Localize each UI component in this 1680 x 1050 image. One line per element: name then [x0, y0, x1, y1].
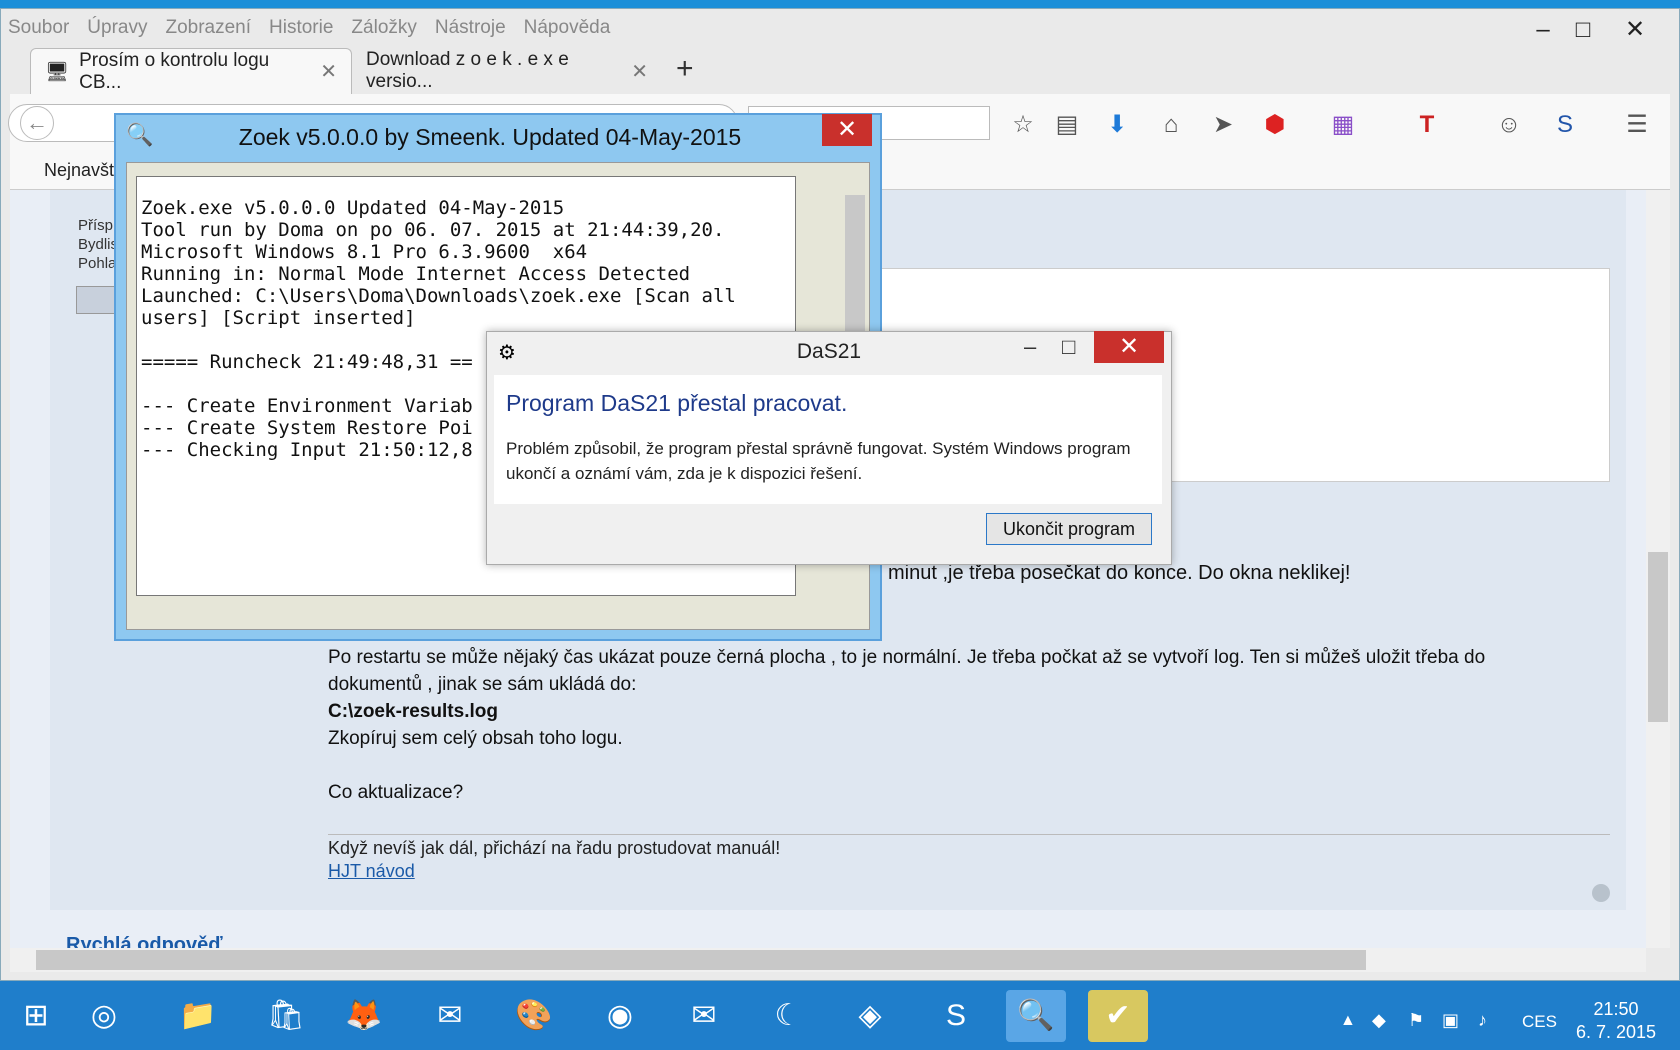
start-icon[interactable]: ⊞: [6, 990, 66, 1042]
menu-edit[interactable]: Úpravy: [87, 17, 147, 39]
bookmark-most-visited[interactable]: Nejnavšt: [44, 160, 114, 180]
author-line: Pohla: [78, 255, 117, 272]
post-line: dokumentů , jinak se sám ukládá do:: [328, 674, 637, 695]
thunderbird-icon[interactable]: ✉: [420, 990, 480, 1042]
skype-icon[interactable]: S: [926, 990, 986, 1042]
security-icon[interactable]: S: [1548, 108, 1582, 142]
menu-view[interactable]: Zobrazení: [165, 17, 251, 39]
menu-bar: Soubor Úpravy Zobrazení Historie Záložky…: [8, 8, 610, 48]
new-tab-button[interactable]: +: [676, 52, 694, 86]
das21-minimize-icon[interactable]: –: [1024, 334, 1036, 360]
das21-heading: Program DaS21 přestal pracovat.: [506, 390, 848, 416]
paint-icon[interactable]: 🎨: [504, 990, 564, 1042]
signature: Když nevíš jak dál, přichází na řadu pro…: [328, 838, 781, 858]
tab-forum[interactable]: 🖥 Prosím o kontrolu logu CB... ✕: [30, 48, 352, 94]
monitor-icon: 🖥: [45, 61, 70, 83]
author-line: Bydlis: [78, 236, 119, 253]
tab-label: Download z o e k . e x e versio...: [366, 49, 569, 92]
author-line: Přísp: [78, 217, 114, 234]
das21-maximize-icon[interactable]: □: [1062, 334, 1075, 360]
task-view-icon[interactable]: ◎: [74, 990, 134, 1042]
star-icon[interactable]: ☆: [1006, 108, 1040, 142]
language-indicator[interactable]: CES: [1522, 1012, 1557, 1032]
horizontal-scroll-thumb[interactable]: [36, 950, 1366, 970]
thunderbird2-icon[interactable]: ✉: [674, 990, 734, 1042]
menu-bookmarks[interactable]: Záložky: [351, 17, 416, 39]
post-author-info: Přísp Bydlis Pohla: [78, 216, 118, 273]
close-tab-icon[interactable]: ✕: [631, 59, 648, 84]
flag-icon[interactable]: ⚑: [1408, 1010, 1424, 1031]
network-status-icon[interactable]: ▣: [1442, 1010, 1459, 1031]
close-program-button[interactable]: Ukončit program: [986, 513, 1152, 545]
zoek-icon[interactable]: 🔍: [1006, 990, 1066, 1042]
download-icon[interactable]: ⬇: [1100, 108, 1134, 142]
menu-tools[interactable]: Nástroje: [435, 17, 506, 39]
tab-download[interactable]: Download z o e k . e x e versio... ✕: [352, 48, 662, 94]
post-line: C:\zoek-results.log: [328, 701, 498, 722]
menu-icon[interactable]: ☰: [1620, 108, 1654, 142]
scroll-top-icon[interactable]: [1592, 884, 1610, 902]
adblock-icon[interactable]: ⬢: [1258, 108, 1292, 142]
close-icon[interactable]: ✕: [1610, 10, 1660, 50]
send-icon[interactable]: ➤: [1206, 108, 1240, 142]
back-icon[interactable]: ←: [20, 106, 54, 140]
text-icon[interactable]: T: [1410, 108, 1444, 142]
das21-message: Problém způsobil, že program přestal spr…: [506, 439, 1131, 483]
post-line: Co aktualizace?: [328, 782, 464, 803]
zoek-close-icon[interactable]: ✕: [822, 114, 872, 146]
volume-icon[interactable]: ♪: [1478, 1010, 1487, 1031]
tab-label: Prosím o kontrolu logu CB...: [79, 49, 270, 93]
maximize-icon[interactable]: □: [1558, 10, 1608, 50]
user-icon[interactable]: [76, 286, 116, 314]
menu-file[interactable]: Soubor: [8, 17, 69, 39]
post-line: Zkopíruj sem celý obsah toho logu.: [328, 728, 623, 749]
hjt-link[interactable]: HJT návod: [328, 861, 415, 882]
clock-date: 6. 7. 2015: [1576, 1022, 1657, 1042]
zoek-title: Zoek v5.0.0.0 by Smeenk. Updated 04-May-…: [238, 124, 742, 150]
store-icon[interactable]: 🛍: [256, 990, 316, 1042]
close-tab-icon[interactable]: ✕: [320, 59, 337, 84]
tray-icon[interactable]: ◆: [1372, 1010, 1386, 1031]
system-clock[interactable]: 21:50 6. 7. 2015: [1576, 998, 1656, 1044]
post-line: Po restartu se může nějaký čas ukázat po…: [328, 647, 1486, 668]
vertical-scroll-thumb[interactable]: [1648, 552, 1668, 722]
das21-icon[interactable]: ✔: [1088, 990, 1148, 1042]
signature-divider: [328, 834, 1610, 835]
home-icon[interactable]: ⌂: [1154, 108, 1188, 142]
ccleaner-icon[interactable]: ☾: [758, 990, 818, 1042]
das21-close-icon[interactable]: ✕: [1094, 331, 1164, 363]
post-snippet: minut ,je třeba posečkat do konce. Do ok…: [888, 562, 1351, 584]
tray-chevron-icon[interactable]: ▲: [1340, 1012, 1356, 1030]
firefox-icon[interactable]: 🦊: [334, 990, 394, 1042]
clock-time: 21:50: [1593, 999, 1639, 1019]
zoek-scroll-thumb[interactable]: [845, 195, 865, 335]
chat-icon[interactable]: ☺: [1492, 108, 1526, 142]
post-body: Po restartu se může nějaký čas ukázat po…: [328, 644, 1598, 806]
apps-icon[interactable]: ▦: [1326, 108, 1360, 142]
menu-history[interactable]: Historie: [269, 17, 333, 39]
network-icon[interactable]: ◈: [840, 990, 900, 1042]
chrome-icon[interactable]: ◉: [590, 990, 650, 1042]
file-explorer-icon[interactable]: 📁: [168, 990, 228, 1042]
post-line: [328, 752, 1598, 779]
menu-help[interactable]: Nápověda: [524, 17, 611, 39]
reading-list-icon[interactable]: ▤: [1050, 108, 1084, 142]
